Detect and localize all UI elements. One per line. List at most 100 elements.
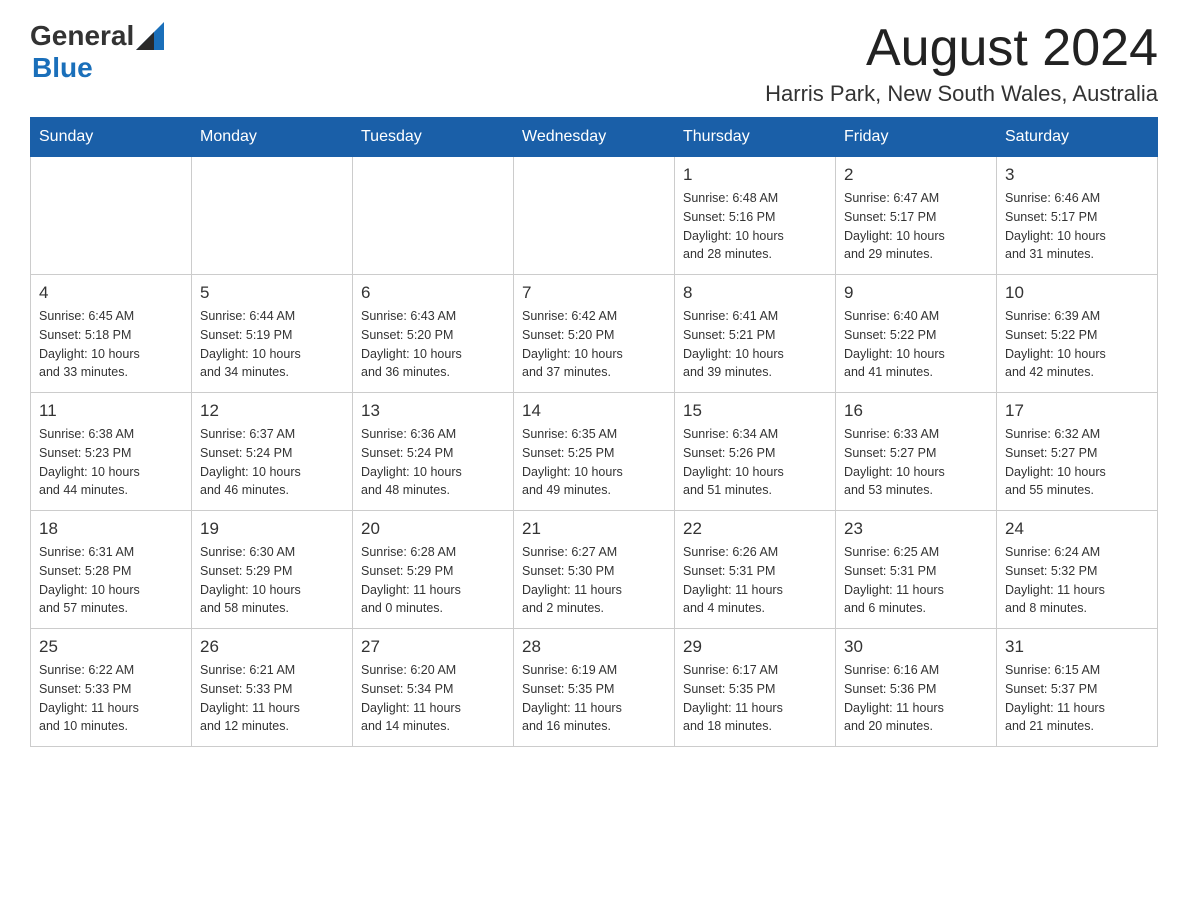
day-info: Sunrise: 6:24 AM Sunset: 5:32 PM Dayligh…: [1005, 543, 1149, 618]
day-number: 8: [683, 283, 827, 303]
day-number: 30: [844, 637, 988, 657]
day-number: 4: [39, 283, 183, 303]
calendar-table: SundayMondayTuesdayWednesdayThursdayFrid…: [30, 117, 1158, 747]
day-number: 29: [683, 637, 827, 657]
calendar-cell: 23Sunrise: 6:25 AM Sunset: 5:31 PM Dayli…: [836, 511, 997, 629]
day-info: Sunrise: 6:37 AM Sunset: 5:24 PM Dayligh…: [200, 425, 344, 500]
calendar-cell: 14 Sunrise: 6:35 AM Sunset: 5:25 PM Dayli…: [514, 393, 675, 511]
day-number: 23: [844, 519, 988, 539]
calendar-cell: 12 Sunrise: 6:37 AM Sunset: 5:24 PM Dayli…: [192, 393, 353, 511]
day-info: Sunrise: 6:41 AM Sunset: 5:21 PM Dayligh…: [683, 307, 827, 382]
month-title: August 2024: [765, 20, 1158, 77]
calendar-cell: 26 Sunrise: 6:21 AM Sunset: 5:33 PM Dayli…: [192, 629, 353, 747]
day-number: 9: [844, 283, 988, 303]
weekday-header-saturday: Saturday: [997, 118, 1158, 157]
day-info: Sunrise: 6:46 AM Sunset: 5:17 PM Dayligh…: [1005, 189, 1149, 264]
calendar-cell: 3 Sunrise: 6:46 AM Sunset: 5:17 PM Daylig…: [997, 157, 1158, 275]
calendar-cell: 19 Sunrise: 6:30 AM Sunset: 5:29 PM Dayli…: [192, 511, 353, 629]
day-number: 18: [39, 519, 183, 539]
day-info: Sunrise: 6:26 AM Sunset: 5:31 PM Dayligh…: [683, 543, 827, 618]
day-number: 2: [844, 165, 988, 185]
calendar-cell: 1 Sunrise: 6:48 AM Sunset: 5:16 PM Daylig…: [675, 157, 836, 275]
day-info: Sunrise: 6:36 AM Sunset: 5:24 PM Dayligh…: [361, 425, 505, 500]
day-number: 27: [361, 637, 505, 657]
day-number: 1: [683, 165, 827, 185]
day-number: 22: [683, 519, 827, 539]
weekday-header-sunday: Sunday: [31, 118, 192, 157]
day-number: 17: [1005, 401, 1149, 421]
calendar-cell: 16 Sunrise: 6:33 AM Sunset: 5:27 PM Dayli…: [836, 393, 997, 511]
day-info: Sunrise: 6:15 AM Sunset: 5:37 PM Dayligh…: [1005, 661, 1149, 736]
day-info: Sunrise: 6:19 AM Sunset: 5:35 PM Dayligh…: [522, 661, 666, 736]
day-info: Sunrise: 6:40 AM Sunset: 5:22 PM Dayligh…: [844, 307, 988, 382]
day-number: 19: [200, 519, 344, 539]
calendar-cell: 29Sunrise: 6:17 AM Sunset: 5:35 PM Dayli…: [675, 629, 836, 747]
weekday-header-friday: Friday: [836, 118, 997, 157]
calendar-cell: 10 Sunrise: 6:39 AM Sunset: 5:22 PM Dayli…: [997, 275, 1158, 393]
day-info: Sunrise: 6:27 AM Sunset: 5:30 PM Dayligh…: [522, 543, 666, 618]
day-number: 25: [39, 637, 183, 657]
day-info: Sunrise: 6:38 AM Sunset: 5:23 PM Dayligh…: [39, 425, 183, 500]
calendar-cell: 15 Sunrise: 6:34 AM Sunset: 5:26 PM Dayli…: [675, 393, 836, 511]
calendar-week-row: 4 Sunrise: 6:45 AM Sunset: 5:18 PM Daylig…: [31, 275, 1158, 393]
logo-icon: [136, 22, 164, 50]
day-info: Sunrise: 6:47 AM Sunset: 5:17 PM Dayligh…: [844, 189, 988, 264]
day-info: Sunrise: 6:22 AM Sunset: 5:33 PM Dayligh…: [39, 661, 183, 736]
day-number: 6: [361, 283, 505, 303]
day-number: 13: [361, 401, 505, 421]
day-number: 7: [522, 283, 666, 303]
day-info: Sunrise: 6:30 AM Sunset: 5:29 PM Dayligh…: [200, 543, 344, 618]
calendar-week-row: 1 Sunrise: 6:48 AM Sunset: 5:16 PM Daylig…: [31, 157, 1158, 275]
calendar-cell: 24 Sunrise: 6:24 AM Sunset: 5:32 PM Dayli…: [997, 511, 1158, 629]
day-number: 5: [200, 283, 344, 303]
calendar-cell: 18Sunrise: 6:31 AM Sunset: 5:28 PM Dayli…: [31, 511, 192, 629]
calendar-cell: 6Sunrise: 6:43 AM Sunset: 5:20 PM Daylig…: [353, 275, 514, 393]
day-number: 16: [844, 401, 988, 421]
day-info: Sunrise: 6:42 AM Sunset: 5:20 PM Dayligh…: [522, 307, 666, 382]
logo-blue-text: Blue: [32, 52, 93, 83]
calendar-cell: [192, 157, 353, 275]
calendar-cell: 2 Sunrise: 6:47 AM Sunset: 5:17 PM Daylig…: [836, 157, 997, 275]
day-number: 14: [522, 401, 666, 421]
title-block: August 2024 Harris Park, New South Wales…: [765, 20, 1158, 107]
day-number: 10: [1005, 283, 1149, 303]
day-number: 20: [361, 519, 505, 539]
day-info: Sunrise: 6:32 AM Sunset: 5:27 PM Dayligh…: [1005, 425, 1149, 500]
calendar-cell: 17 Sunrise: 6:32 AM Sunset: 5:27 PM Dayli…: [997, 393, 1158, 511]
day-number: 31: [1005, 637, 1149, 657]
day-info: Sunrise: 6:34 AM Sunset: 5:26 PM Dayligh…: [683, 425, 827, 500]
day-number: 11: [39, 401, 183, 421]
calendar-cell: 27 Sunrise: 6:20 AM Sunset: 5:34 PM Dayli…: [353, 629, 514, 747]
logo-general-text: General: [30, 20, 134, 52]
weekday-header-monday: Monday: [192, 118, 353, 157]
day-number: 26: [200, 637, 344, 657]
calendar-cell: 4 Sunrise: 6:45 AM Sunset: 5:18 PM Daylig…: [31, 275, 192, 393]
day-info: Sunrise: 6:21 AM Sunset: 5:33 PM Dayligh…: [200, 661, 344, 736]
day-info: Sunrise: 6:35 AM Sunset: 5:25 PM Dayligh…: [522, 425, 666, 500]
calendar-cell: 20 Sunrise: 6:28 AM Sunset: 5:29 PM Dayli…: [353, 511, 514, 629]
calendar-header-row: SundayMondayTuesdayWednesdayThursdayFrid…: [31, 118, 1158, 157]
weekday-header-tuesday: Tuesday: [353, 118, 514, 157]
day-info: Sunrise: 6:39 AM Sunset: 5:22 PM Dayligh…: [1005, 307, 1149, 382]
calendar-cell: 21Sunrise: 6:27 AM Sunset: 5:30 PM Dayli…: [514, 511, 675, 629]
calendar-cell: 11 Sunrise: 6:38 AM Sunset: 5:23 PM Dayli…: [31, 393, 192, 511]
day-number: 3: [1005, 165, 1149, 185]
day-info: Sunrise: 6:45 AM Sunset: 5:18 PM Dayligh…: [39, 307, 183, 382]
calendar-cell: 22 Sunrise: 6:26 AM Sunset: 5:31 PM Dayli…: [675, 511, 836, 629]
day-number: 12: [200, 401, 344, 421]
calendar-cell: [31, 157, 192, 275]
logo: General Blue: [30, 20, 164, 84]
location-subtitle: Harris Park, New South Wales, Australia: [765, 81, 1158, 107]
calendar-week-row: 11 Sunrise: 6:38 AM Sunset: 5:23 PM Dayli…: [31, 393, 1158, 511]
day-info: Sunrise: 6:48 AM Sunset: 5:16 PM Dayligh…: [683, 189, 827, 264]
day-info: Sunrise: 6:20 AM Sunset: 5:34 PM Dayligh…: [361, 661, 505, 736]
calendar-cell: 13 Sunrise: 6:36 AM Sunset: 5:24 PM Dayli…: [353, 393, 514, 511]
day-info: Sunrise: 6:16 AM Sunset: 5:36 PM Dayligh…: [844, 661, 988, 736]
day-number: 24: [1005, 519, 1149, 539]
day-info: Sunrise: 6:33 AM Sunset: 5:27 PM Dayligh…: [844, 425, 988, 500]
calendar-cell: 28Sunrise: 6:19 AM Sunset: 5:35 PM Dayli…: [514, 629, 675, 747]
day-info: Sunrise: 6:28 AM Sunset: 5:29 PM Dayligh…: [361, 543, 505, 618]
calendar-cell: 7 Sunrise: 6:42 AM Sunset: 5:20 PM Daylig…: [514, 275, 675, 393]
calendar-cell: 25 Sunrise: 6:22 AM Sunset: 5:33 PM Dayli…: [31, 629, 192, 747]
day-number: 15: [683, 401, 827, 421]
